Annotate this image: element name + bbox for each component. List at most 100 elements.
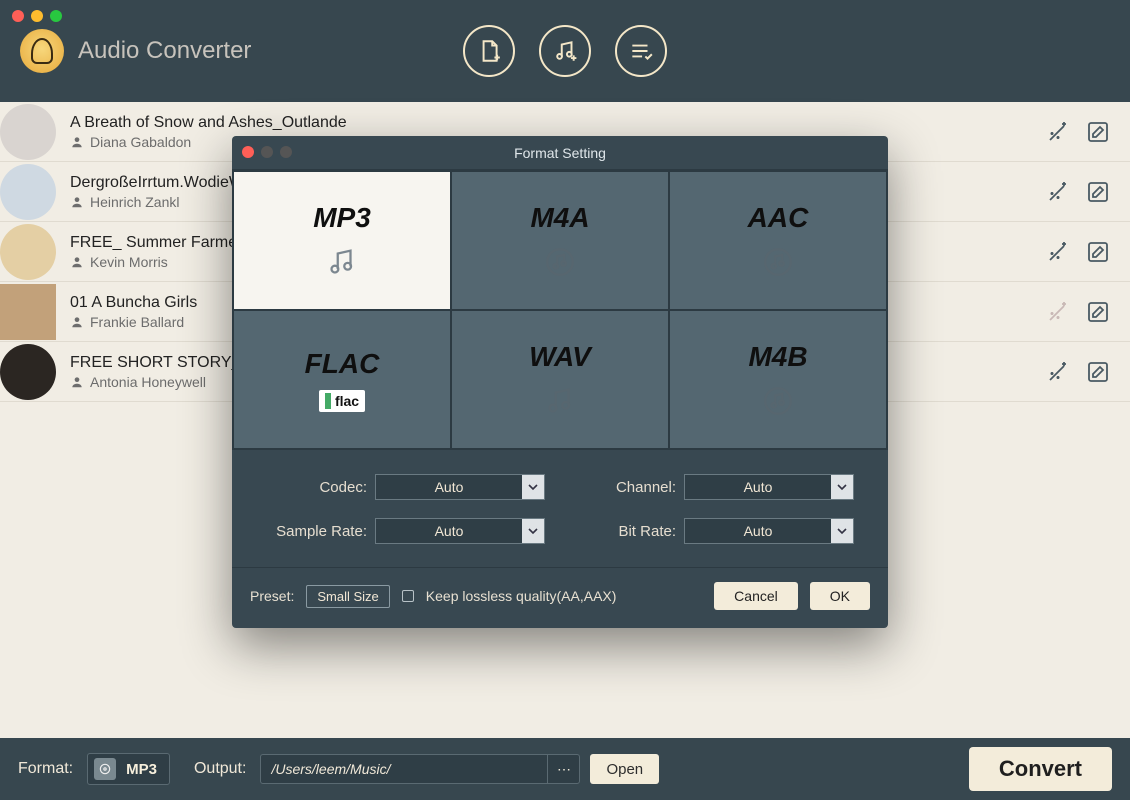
ok-button[interactable]: OK [810, 582, 870, 610]
music-plus-icon [552, 38, 578, 64]
sample-rate-setting: Sample Rate: Auto [266, 518, 545, 544]
person-icon [70, 195, 84, 209]
format-option-label: FLAC [305, 348, 380, 380]
format-option-label: MP3 [313, 202, 371, 234]
output-label: Output: [194, 760, 246, 778]
format-label: Format: [18, 760, 73, 778]
format-option-label: M4A [530, 202, 589, 234]
channel-setting: Channel: Auto [575, 474, 854, 500]
bit-rate-setting: Bit Rate: Auto [575, 518, 854, 544]
sample-rate-label: Sample Rate: [271, 523, 367, 540]
file-thumbnail [0, 344, 56, 400]
app-header: Audio Converter [0, 0, 1130, 102]
channel-dropdown[interactable]: Auto [684, 474, 854, 500]
sample-rate-dropdown[interactable]: Auto [375, 518, 545, 544]
file-title: A Breath of Snow and Ashes_Outlande [70, 114, 1024, 132]
settings-grid: Codec: Auto Channel: Auto Sample Rate: A… [232, 450, 888, 552]
window-close-button[interactable] [12, 10, 24, 22]
channel-label: Channel: [580, 479, 676, 496]
dialog-minimize-button [261, 146, 273, 158]
lossless-label: Keep lossless quality(AA,AAX) [426, 588, 617, 604]
file-thumbnail [0, 164, 56, 220]
file-thumbnail [0, 284, 56, 340]
file-author: Diana Gabaldon [90, 134, 191, 150]
format-option-label: AAC [748, 202, 809, 234]
format-option-m4a[interactable]: M4A [452, 172, 668, 309]
app-logo-block: Audio Converter [20, 29, 251, 73]
edit-button[interactable] [1084, 358, 1112, 386]
file-author: Heinrich Zankl [90, 194, 179, 210]
format-setting-dialog: Format Setting MP3 M4A AAC FLAC flac WAV… [232, 136, 888, 628]
file-author: Frankie Ballard [90, 314, 184, 330]
dialog-window-controls [242, 146, 292, 158]
window-controls [12, 10, 62, 22]
codec-label: Codec: [271, 479, 367, 496]
magic-wand-button[interactable] [1044, 298, 1072, 326]
add-file-button[interactable] [463, 25, 515, 77]
format-option-flac[interactable]: FLAC flac [234, 311, 450, 448]
preset-dropdown[interactable]: Small Size [306, 585, 389, 608]
file-row-actions [1044, 118, 1112, 146]
edit-icon [1086, 360, 1110, 384]
music-note-icon [542, 383, 578, 419]
open-output-button[interactable]: Open [590, 754, 659, 784]
magic-wand-button[interactable] [1044, 358, 1072, 386]
itunes-note-icon [760, 383, 796, 419]
sample-rate-value: Auto [376, 523, 522, 539]
convert-button[interactable]: Convert [969, 747, 1112, 791]
magic-wand-icon [1046, 240, 1070, 264]
window-minimize-button[interactable] [31, 10, 43, 22]
output-path-field[interactable]: /Users/leem/Music/ ⋯ [260, 754, 580, 784]
list-check-icon [628, 38, 654, 64]
file-author: Kevin Morris [90, 254, 168, 270]
edit-button[interactable] [1084, 118, 1112, 146]
browse-output-button[interactable]: ⋯ [547, 755, 579, 783]
format-option-label: WAV [529, 341, 591, 373]
codec-dropdown[interactable]: Auto [375, 474, 545, 500]
lossless-checkbox[interactable] [402, 590, 414, 602]
add-audio-button[interactable] [539, 25, 591, 77]
itunes-note-icon [542, 244, 578, 280]
format-option-wav[interactable]: WAV [452, 311, 668, 448]
music-note-icon [324, 244, 360, 280]
format-mini-icon [94, 758, 116, 780]
edit-button[interactable] [1084, 178, 1112, 206]
bit-rate-label: Bit Rate: [580, 523, 676, 540]
dialog-title: Format Setting [514, 145, 606, 161]
magic-wand-button[interactable] [1044, 178, 1072, 206]
format-value: MP3 [126, 761, 157, 778]
format-option-aac[interactable]: AAC [670, 172, 886, 309]
flac-badge-icon: flac [319, 390, 365, 412]
dialog-zoom-button [280, 146, 292, 158]
person-icon [70, 135, 84, 149]
dialog-close-button[interactable] [242, 146, 254, 158]
file-row-actions [1044, 298, 1112, 326]
person-icon [70, 255, 84, 269]
magic-wand-icon [1046, 180, 1070, 204]
settings-list-button[interactable] [615, 25, 667, 77]
chevron-down-icon [522, 475, 544, 499]
window-zoom-button[interactable] [50, 10, 62, 22]
file-row-actions [1044, 238, 1112, 266]
edit-icon [1086, 120, 1110, 144]
bit-rate-dropdown[interactable]: Auto [684, 518, 854, 544]
magic-wand-button[interactable] [1044, 118, 1072, 146]
cancel-button[interactable]: Cancel [714, 582, 798, 610]
format-option-mp3[interactable]: MP3 [234, 172, 450, 309]
chevron-down-icon [522, 519, 544, 543]
edit-button[interactable] [1084, 238, 1112, 266]
codec-setting: Codec: Auto [266, 474, 545, 500]
format-selector[interactable]: MP3 [87, 753, 170, 785]
magic-wand-button[interactable] [1044, 238, 1072, 266]
format-option-m4b[interactable]: M4B [670, 311, 886, 448]
itunes-note-icon [760, 244, 796, 280]
app-title: Audio Converter [78, 37, 251, 65]
footer-bar: Format: MP3 Output: /Users/leem/Music/ ⋯… [0, 738, 1130, 800]
app-logo-icon [20, 29, 64, 73]
toolbar [463, 25, 667, 77]
edit-button[interactable] [1084, 298, 1112, 326]
dialog-footer: Preset: Small Size Keep lossless quality… [232, 567, 888, 628]
format-option-label: M4B [748, 341, 807, 373]
format-grid: MP3 M4A AAC FLAC flac WAV M4B [232, 170, 888, 450]
file-author: Antonia Honeywell [90, 374, 206, 390]
